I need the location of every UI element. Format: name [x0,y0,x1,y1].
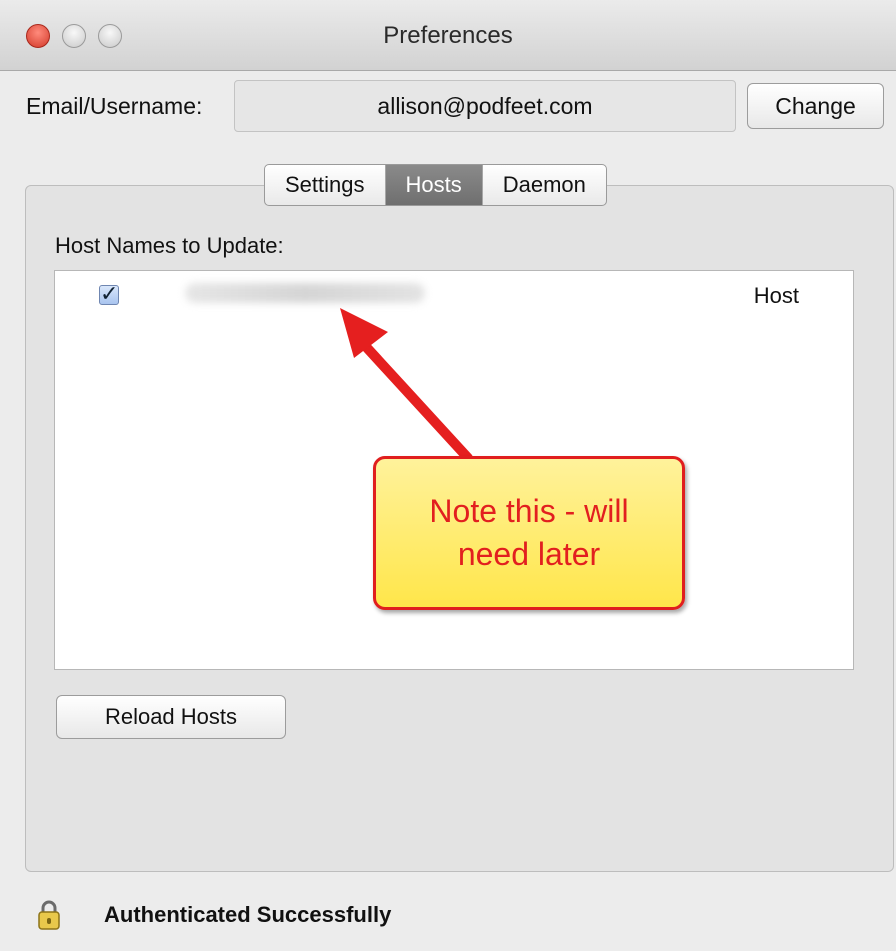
hosts-heading: Host Names to Update: [55,233,284,258]
lock-icon [38,900,60,930]
annotation-callout: Note this - will need later [373,456,685,610]
tab-hosts[interactable]: Hosts [385,165,483,205]
window-title: Preferences [383,22,513,49]
annotation-text: Note this - will need later [429,492,629,572]
tab-bar: Settings Hosts Daemon [264,164,607,206]
tab-daemon[interactable]: Daemon [483,165,606,205]
email-field: allison@podfeet.com [234,80,736,132]
change-button[interactable]: Change [747,83,884,129]
window-titlebar: Preferences [0,0,896,71]
email-label: Email/Username: [26,93,203,119]
status-message: Authenticated Successfully [104,902,392,927]
tab-settings[interactable]: Settings [265,165,386,205]
annotation-arrow [340,308,473,463]
host-type: Host [753,283,799,308]
reload-hosts-button[interactable]: Reload Hosts [56,695,286,739]
checkmark-icon[interactable]: ✓ [99,283,119,305]
